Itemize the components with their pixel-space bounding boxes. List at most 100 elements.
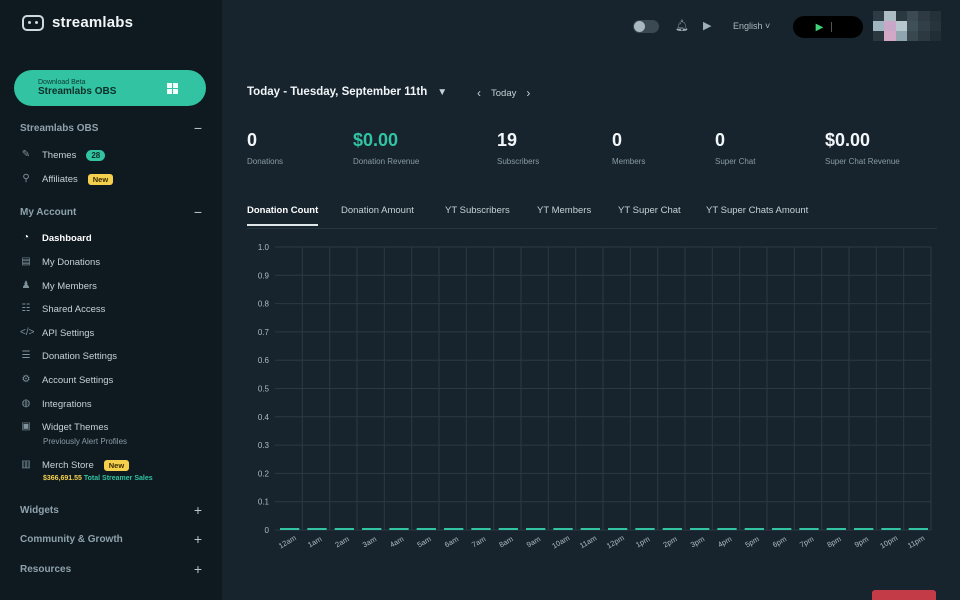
- google-play-icon[interactable]: ▶: [816, 22, 824, 33]
- date-label: Today - Tuesday, September 11th: [247, 86, 428, 98]
- merch-sales: $366,691.55 Total Streamer Sales: [43, 475, 153, 482]
- sidebar-item-themes[interactable]: ✎ Themes 28: [20, 149, 106, 161]
- section-title: Widgets: [20, 504, 59, 516]
- chart-bar: [444, 528, 464, 530]
- sidebar-item-my-members[interactable]: ♟ My Members: [20, 280, 97, 292]
- stat-super-chat: 0 Super Chat: [715, 130, 755, 166]
- y-tick-label: 0: [265, 526, 270, 535]
- section-community-growth[interactable]: Community & Growth +: [20, 531, 202, 547]
- language-select[interactable]: English ˅: [733, 21, 770, 31]
- y-tick-label: 0.4: [258, 413, 270, 422]
- sidebar-item-widget-themes[interactable]: ▣ Widget Themes: [20, 421, 108, 433]
- donation-count-chart: 1.0 0.9 0.8 0.7 0.6 0.5 0.4 0.3 0.2 0.1 0 12am 1am 2a…: [258, 243, 932, 550]
- download-beta-button[interactable]: Download Beta Streamlabs OBS: [14, 70, 206, 106]
- merch-sales-label: Total Streamer Sales: [83, 475, 153, 482]
- tab-donation-amount[interactable]: Donation Amount: [341, 205, 414, 224]
- app-store-links[interactable]: ▶: [793, 16, 863, 38]
- section-widgets[interactable]: Widgets +: [20, 502, 202, 518]
- chart-bar: [280, 528, 300, 530]
- x-tick-label: 9pm: [853, 534, 870, 549]
- chevron-down-icon[interactable]: ▼: [437, 87, 447, 98]
- bell-icon[interactable]: 🔔︎: [675, 19, 689, 32]
- link-icon: ⚲: [22, 173, 30, 184]
- chart-bar: [307, 528, 327, 530]
- section-my-account[interactable]: My Account −: [20, 204, 202, 220]
- x-tick-label: 8pm: [826, 534, 843, 549]
- collapse-icon[interactable]: −: [194, 120, 202, 136]
- tab-yt-members[interactable]: YT Members: [537, 205, 591, 224]
- previous-day-icon[interactable]: ‹: [477, 86, 481, 100]
- y-tick-label: 0.5: [258, 385, 270, 394]
- chart-bar: [826, 528, 846, 530]
- shared-access-icon: ☷: [21, 303, 31, 314]
- sidebar-item-label: Shared Access: [42, 303, 106, 315]
- today-button[interactable]: Today: [491, 88, 516, 99]
- x-tick-label: 6am: [443, 534, 460, 549]
- tab-yt-subscribers[interactable]: YT Subscribers: [445, 205, 510, 224]
- date-selector[interactable]: Today - Tuesday, September 11th ▼: [247, 86, 447, 98]
- new-badge: New: [103, 459, 130, 471]
- stat-label: Donation Revenue: [353, 157, 420, 166]
- stat-super-chat-revenue: $0.00 Super Chat Revenue: [825, 130, 900, 166]
- brand-name: streamlabs: [52, 14, 134, 31]
- x-tick-label: 10pm: [878, 533, 899, 550]
- themes-count-badge: 28: [86, 149, 106, 161]
- sidebar: streamlabs Download Beta Streamlabs OBS …: [0, 0, 222, 600]
- night-mode-toggle[interactable]: [633, 20, 659, 33]
- stat-value: 0: [247, 130, 258, 150]
- avatar[interactable]: [873, 11, 941, 41]
- tab-yt-super-chats-amount[interactable]: YT Super Chats Amount: [706, 205, 808, 224]
- widget-themes-icon: ▣: [21, 421, 31, 432]
- store-icon: ▥: [21, 459, 31, 470]
- stat-donation-revenue: $0.00 Donation Revenue: [353, 130, 419, 166]
- sidebar-item-account-settings[interactable]: ⚙ Account Settings: [20, 374, 114, 386]
- next-day-icon[interactable]: ›: [526, 86, 530, 100]
- collapse-icon[interactable]: −: [194, 204, 202, 220]
- new-badge: New: [87, 173, 114, 185]
- chart-bar: [498, 528, 518, 530]
- section-streamlabs-obs[interactable]: Streamlabs OBS −: [20, 120, 202, 136]
- chart-bar: [690, 528, 710, 530]
- sidebar-item-integrations[interactable]: ◍ Integrations: [20, 398, 92, 410]
- expand-icon[interactable]: +: [194, 502, 202, 518]
- stat-donations: 0 Donations: [247, 130, 283, 166]
- sidebar-item-donation-settings[interactable]: ☰ Donation Settings: [20, 350, 117, 362]
- stat-value: $0.00: [825, 130, 871, 150]
- stat-label: Super Chat: [715, 157, 756, 166]
- chart-bar: [580, 528, 600, 530]
- tab-yt-super-chat[interactable]: YT Super Chat: [618, 205, 681, 224]
- x-tick-label: 7pm: [798, 534, 815, 549]
- sidebar-item-api-settings[interactable]: </> API Settings: [20, 327, 94, 339]
- expand-icon[interactable]: +: [194, 531, 202, 547]
- sidebar-item-label: Account Settings: [42, 374, 114, 386]
- sidebar-item-merch-store[interactable]: ▥ Merch Store New: [20, 459, 130, 471]
- x-tick-label: 8am: [498, 534, 515, 549]
- sidebar-item-label: Donation Settings: [42, 350, 117, 362]
- chart-bar: [334, 528, 354, 530]
- sidebar-item-shared-access[interactable]: ☷ Shared Access: [20, 303, 106, 315]
- stat-subscribers: 19 Subscribers: [497, 130, 539, 166]
- streamlabs-logo-icon: [22, 14, 44, 31]
- y-tick-label: 0.2: [258, 469, 270, 478]
- x-tick-label: 11pm: [906, 533, 926, 550]
- expand-icon[interactable]: +: [194, 561, 202, 577]
- x-tick-label: 6pm: [771, 534, 788, 549]
- sidebar-item-label: API Settings: [42, 327, 95, 339]
- chart-bar: [416, 528, 436, 530]
- x-tick-label: 4am: [388, 534, 405, 549]
- sidebar-item-dashboard[interactable]: ◔ Dashboard: [20, 232, 92, 244]
- sidebar-item-affiliates[interactable]: ⚲ Affiliates New: [20, 173, 114, 185]
- section-resources[interactable]: Resources +: [20, 561, 202, 577]
- tab-donation-count[interactable]: Donation Count: [247, 205, 319, 226]
- stat-members: 0 Members: [612, 130, 645, 166]
- chart-bar: [553, 528, 573, 530]
- brush-icon: ✎: [21, 149, 31, 160]
- brand-logo[interactable]: streamlabs: [22, 14, 133, 31]
- sidebar-item-my-donations[interactable]: ▤ My Donations: [20, 256, 100, 268]
- gear-icon: ⚙: [21, 374, 31, 385]
- sidebar-item-label: Merch Store: [42, 459, 94, 471]
- youtube-icon[interactable]: ▶︎: [703, 19, 711, 32]
- skip-alert-button[interactable]: [872, 590, 936, 600]
- x-tick-label: 1am: [306, 534, 323, 549]
- y-tick-label: 0.8: [258, 300, 270, 309]
